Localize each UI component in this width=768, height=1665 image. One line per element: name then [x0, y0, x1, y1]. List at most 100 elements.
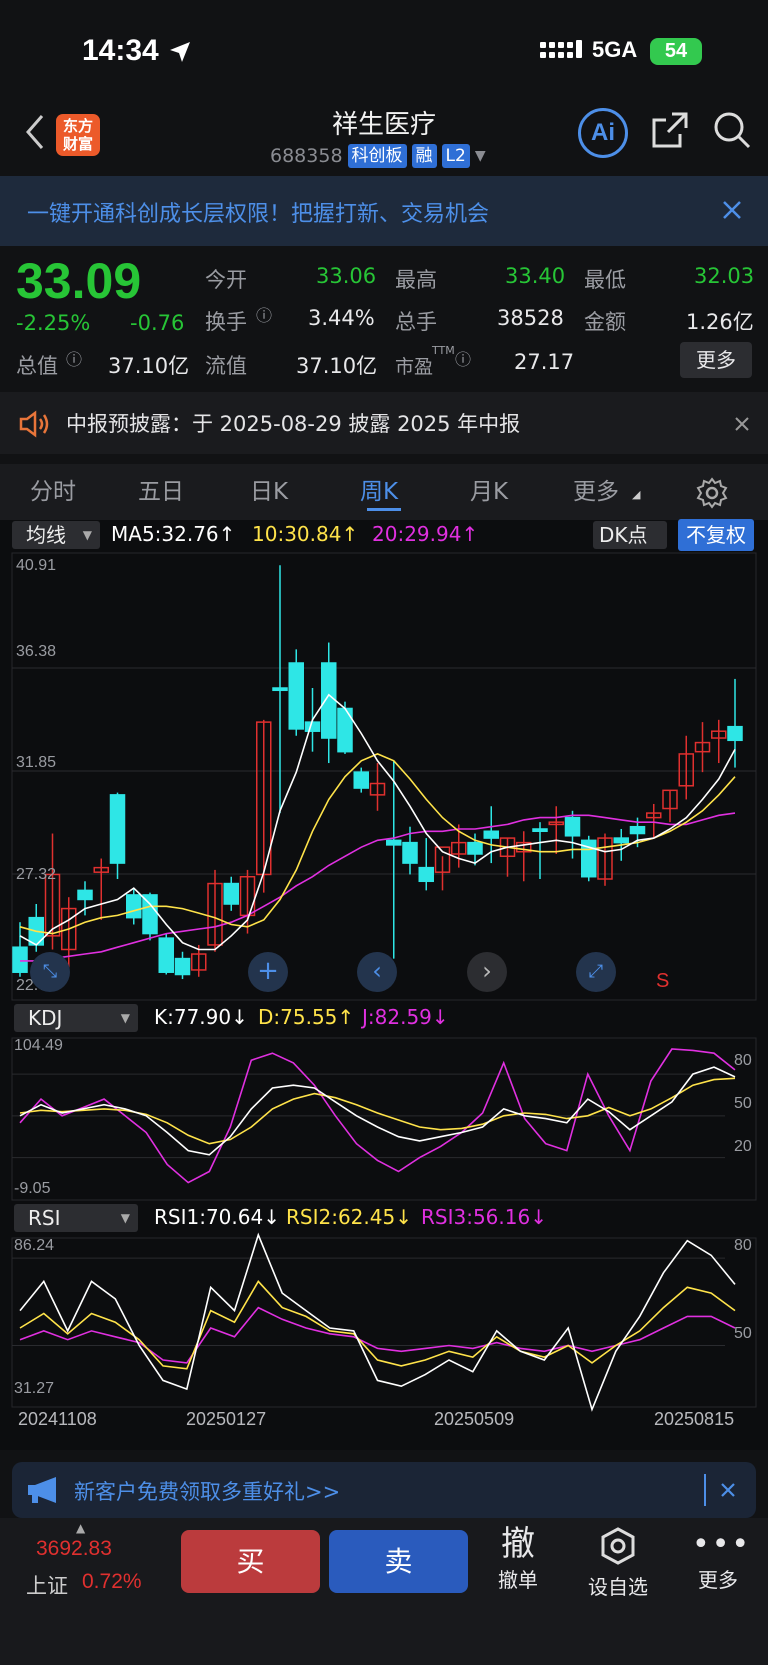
battery-level: 54 — [664, 40, 688, 62]
ytick-label: 27.32 — [16, 866, 57, 883]
quote-panel: 33.09 -2.25% -0.76 总值 ⓘ 37.10亿 今开 33.06 … — [0, 246, 768, 386]
chevron-down-icon: ▼ — [120, 1011, 130, 1025]
report-notice[interactable]: 中报预披露：于 2025-08-29 披露 2025 年中报 — [0, 392, 768, 454]
candle-body — [126, 894, 142, 919]
candle-body — [321, 662, 337, 739]
index-name[interactable]: 上证 — [26, 1570, 68, 1600]
close-icon[interactable] — [720, 1482, 736, 1498]
tab-five-day[interactable]: 五日 — [138, 472, 184, 506]
candle-body — [386, 839, 402, 846]
info-icon[interactable]: ⓘ — [455, 346, 471, 370]
share-icon[interactable] — [650, 110, 690, 150]
rsi-ymax: 86.24 — [14, 1237, 55, 1254]
low-label: 最低 — [584, 268, 626, 292]
rsi3-value: RSI3:56.16 — [421, 1205, 531, 1229]
sell-signal-marker: S — [656, 970, 670, 992]
candle-body — [109, 794, 126, 864]
tab-daily-k[interactable]: 日K — [250, 472, 288, 506]
add-watchlist-button[interactable]: 设自选 — [582, 1526, 654, 1600]
tag-margin: 融 — [411, 144, 437, 168]
kdj-level-20: 20 — [734, 1138, 752, 1155]
location-icon — [170, 42, 190, 62]
mktcap-label: 总值 — [16, 354, 58, 378]
zoom-in-icon[interactable]: + — [248, 952, 288, 992]
cancel-order-button[interactable]: 撤 撤单 — [494, 1524, 542, 1593]
turnover-label: 换手 — [205, 310, 247, 334]
sell-button[interactable]: 卖 — [329, 1530, 468, 1593]
gear-icon[interactable] — [696, 477, 728, 509]
tab-monthly-k[interactable]: 月K — [470, 472, 508, 506]
more-actions-button[interactable]: ••• 更多 — [692, 1526, 752, 1593]
volume-label: 总手 — [395, 310, 437, 334]
low-value: 32.03 — [694, 264, 755, 288]
mktcap-value: 37.10亿 — [108, 354, 190, 378]
more-quote-button[interactable]: 更多 — [680, 342, 752, 378]
chevron-right-icon[interactable]: › — [467, 952, 507, 992]
candle-body — [629, 825, 646, 835]
kdj-k-legend: K:77.90↓ — [154, 1005, 248, 1029]
kdj-indicator-select[interactable]: KDJ ▼ — [14, 1004, 138, 1032]
promo-banner[interactable]: 一键开通科创成长层权限！把握打新、交易机会 — [0, 176, 768, 246]
stock-code: 688358 — [270, 145, 343, 167]
rsi1-legend: RSI1:70.64↓ — [154, 1205, 280, 1229]
candle-body — [142, 894, 158, 935]
rsi1-arrow: ↓ — [263, 1205, 280, 1229]
pe-label: 市盈 — [395, 356, 434, 378]
rsi2-arrow: ↓ — [395, 1205, 412, 1229]
chevron-left-icon[interactable]: ‹ — [357, 952, 397, 992]
change-pct: -2.25% — [16, 311, 91, 335]
stock-code-line: 688358 科创板 融 L2 ▼ — [270, 144, 486, 168]
new-user-ad[interactable]: 新客户免费领取多重好礼>> — [12, 1462, 756, 1518]
index-pct[interactable]: 0.72% — [82, 1570, 142, 1594]
kdj-k-value: K:77.90 — [154, 1005, 232, 1029]
candle-body — [223, 882, 239, 905]
candle-body — [418, 866, 434, 883]
battery-icon: 54 — [650, 38, 702, 65]
ai-assistant-button[interactable]: Ai — [578, 108, 628, 158]
logo-text-1: 东方 — [62, 117, 93, 135]
kdj-j-arrow: ↓ — [431, 1005, 449, 1029]
candle-body — [174, 957, 191, 976]
chevron-down-icon: ▼ — [120, 1211, 130, 1225]
main-panel-border — [11, 552, 757, 1001]
pe-value: 27.17 — [514, 350, 575, 374]
buy-button[interactable]: 买 — [181, 1530, 320, 1593]
ad-text: 新客户免费领取多重好礼>> — [74, 1480, 341, 1504]
close-icon[interactable] — [734, 416, 750, 432]
search-icon[interactable] — [712, 110, 752, 150]
add-watchlist-label: 设自选 — [588, 1575, 648, 1599]
rsi1-value: RSI1:70.64 — [154, 1205, 264, 1229]
active-tab-indicator — [367, 508, 401, 511]
rsi2-line — [19, 1280, 736, 1370]
date-label: 20250815 — [654, 1409, 735, 1429]
tab-weekly-k[interactable]: 周K — [360, 472, 398, 506]
candle-body — [77, 889, 93, 901]
volume-value: 38528 — [497, 306, 564, 330]
shrink-icon[interactable]: ⤡ — [30, 952, 70, 992]
index-value[interactable]: 3692.83 — [36, 1537, 112, 1561]
more-dots-icon: ••• — [692, 1527, 752, 1562]
chevron-down-icon[interactable]: ▼ — [475, 148, 486, 164]
ytick-label: 36.38 — [16, 643, 57, 660]
candle-body — [483, 830, 499, 839]
candle-body — [532, 828, 548, 833]
open-value: 33.06 — [316, 264, 377, 288]
tab-intraday[interactable]: 分时 — [30, 472, 76, 506]
kdj-d-line — [19, 1077, 736, 1145]
info-icon[interactable]: ⓘ — [256, 302, 272, 326]
ma20-line — [20, 812, 736, 962]
tag-level2: L2 — [441, 144, 470, 168]
info-icon[interactable]: ⓘ — [66, 346, 82, 370]
close-icon[interactable] — [722, 200, 742, 220]
expand-icon[interactable]: ⤢ — [576, 952, 616, 992]
candle-body — [467, 841, 483, 855]
tab-more[interactable]: 更多 — [573, 472, 619, 506]
candle-body — [158, 937, 174, 973]
logo-text-2: 财富 — [62, 135, 93, 153]
high-label: 最高 — [395, 268, 437, 292]
date-label: 20250509 — [434, 1409, 515, 1429]
ytick-label: 31.85 — [16, 754, 57, 771]
rsi-indicator-select[interactable]: RSI ▼ — [14, 1204, 138, 1232]
float-value: 37.10亿 — [296, 354, 378, 378]
candle-body — [402, 841, 418, 864]
